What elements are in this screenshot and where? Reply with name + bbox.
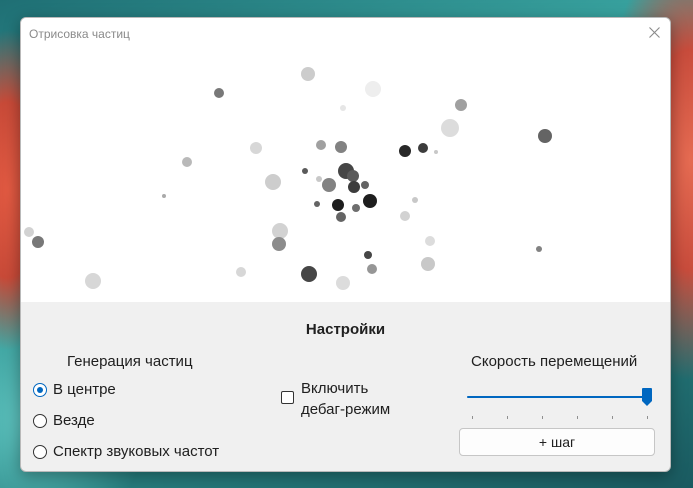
speed-slider[interactable]: [465, 388, 655, 420]
particle: [336, 276, 350, 290]
particle: [250, 142, 262, 154]
slider-tick: [577, 416, 578, 419]
particle: [538, 129, 552, 143]
radio-center-label: В центре: [53, 381, 116, 398]
slider-tick: [612, 416, 613, 419]
particle: [301, 266, 317, 282]
particle: [425, 236, 435, 246]
radio-indicator-center[interactable]: [33, 383, 47, 397]
radio-spectrum-label: Спектр звуковых частот: [53, 443, 220, 460]
particle: [400, 211, 410, 221]
slider-thumb[interactable]: [642, 388, 652, 406]
step-button[interactable]: + шаг: [459, 428, 655, 456]
particle: [352, 204, 360, 212]
particle: [455, 99, 467, 111]
slider-fill: [467, 396, 647, 398]
particle-canvas: [21, 48, 670, 302]
particle: [316, 176, 322, 182]
particle: [363, 194, 377, 208]
debug-label: Включить дебаг-режим: [301, 378, 411, 420]
particle: [361, 181, 369, 189]
slider-tick: [472, 416, 473, 419]
slider-tick: [647, 416, 648, 419]
particle: [367, 264, 377, 274]
particle: [340, 105, 346, 111]
title-bar[interactable]: Отрисовка частиц: [21, 18, 670, 48]
close-button[interactable]: [640, 18, 670, 48]
particle: [32, 236, 44, 248]
particle: [421, 257, 435, 271]
particle: [434, 150, 438, 154]
radio-everywhere-label: Везде: [53, 412, 95, 429]
close-icon: [649, 27, 660, 38]
radio-indicator-spectrum[interactable]: [33, 445, 47, 459]
particle-window: Отрисовка частиц Настройки Генерация час…: [20, 17, 671, 472]
settings-title: Настройки: [305, 321, 386, 338]
particle: [316, 140, 326, 150]
particle: [272, 223, 288, 239]
particle: [399, 145, 411, 157]
particle: [182, 157, 192, 167]
settings-panel: Настройки Генерация частиц В центре Везд…: [21, 302, 670, 471]
particle: [272, 237, 286, 251]
particle: [441, 119, 459, 137]
particle: [214, 88, 224, 98]
slider-tick: [507, 416, 508, 419]
particle: [85, 273, 101, 289]
window-title: Отрисовка частиц: [29, 27, 130, 41]
particle: [322, 178, 336, 192]
particle: [301, 67, 315, 81]
particle: [348, 181, 360, 193]
particle: [418, 143, 428, 153]
particle: [24, 227, 34, 237]
generation-label: Генерация частиц: [67, 353, 193, 370]
slider-tick: [542, 416, 543, 419]
particle: [302, 168, 308, 174]
particle: [347, 170, 359, 182]
debug-label-line1: Включить: [301, 380, 369, 397]
particle: [364, 251, 372, 259]
particle: [265, 174, 281, 190]
particle-field: [24, 67, 552, 290]
particle: [332, 199, 344, 211]
particle: [365, 81, 381, 97]
particle: [236, 267, 246, 277]
radio-indicator-everywhere[interactable]: [33, 414, 47, 428]
particle: [314, 201, 320, 207]
particle: [412, 197, 418, 203]
debug-checkbox-box[interactable]: [281, 391, 294, 404]
speed-label: Скорость перемещений: [471, 353, 638, 370]
particle: [335, 141, 347, 153]
particle: [536, 246, 542, 252]
particle: [336, 212, 346, 222]
particle: [162, 194, 166, 198]
debug-label-line2: дебаг-режим: [301, 401, 391, 418]
